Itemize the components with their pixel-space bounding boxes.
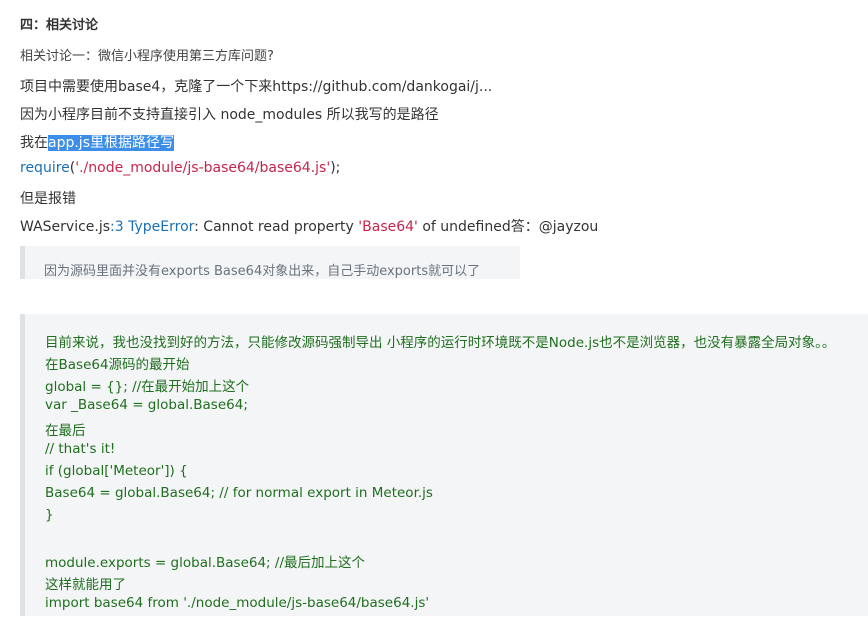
quote-line: } [45,507,54,523]
text-prefix: 我在 [20,135,48,151]
paragraph-appjs: 我在app.js里根据路径写 [20,132,174,152]
answer-blockquote-code: 目前来说，我也没找到好的方法，只能修改源码强制导出 小程序的运行时环境既不是No… [20,314,868,616]
quote-line: 这样就能用了 [45,577,126,593]
quote-line: 目前来说，我也没找到好的方法，只能修改源码强制导出 小程序的运行时环境既不是No… [45,335,836,351]
answer-text: 因为源码里面并没有exports Base64对象出来，自己手动exports就… [44,264,481,279]
service-file: WAService.js [20,219,111,235]
quote-line: if (global['Meteor']) { [45,463,188,479]
quote-line: var _Base64 = global.Base64; [45,397,248,413]
paragraph-base4: 项目中需要使用base4，克隆了一个下来https://github.com/d… [20,79,493,95]
property-name: 'Base64' [358,219,418,235]
quote-line: // that's it! [45,441,116,457]
quote-line: global = {}; //在最开始加上这个 [45,379,250,395]
discussion-title: 相关讨论一：微信小程序使用第三方库问题? [20,49,274,64]
quote-line: module.exports = global.Base64; //最后加上这个 [45,555,365,571]
answer-blockquote-short: 因为源码里面并没有exports Base64对象出来，自己手动exports就… [20,246,520,279]
section-heading: 四：相关讨论 [20,18,99,33]
error-type: :3 TypeError [110,219,195,235]
require-path-string: './node_module/js-base64/base64.js' [75,160,331,176]
code-require-line: require('./node_module/js-base64/base64.… [20,160,341,176]
paragraph-error: 但是报错 [20,191,76,207]
paragraph-path: 因为小程序目前不支持直接引入 node_modules 所以我写的是路径 [20,107,439,123]
quote-line: import base64 from './node_module/js-bas… [45,595,430,611]
quote-line: Base64 = global.Base64; // for normal ex… [45,485,433,501]
require-keyword: require [20,160,70,176]
error-message-line: WAService.js:3 TypeError: Cannot read pr… [20,219,599,235]
selected-text-highlight[interactable]: app.js里根据路径写 [48,135,174,151]
quote-line: 在Base64源码的最开始 [45,357,190,373]
quote-line: 在最后 [45,423,86,439]
